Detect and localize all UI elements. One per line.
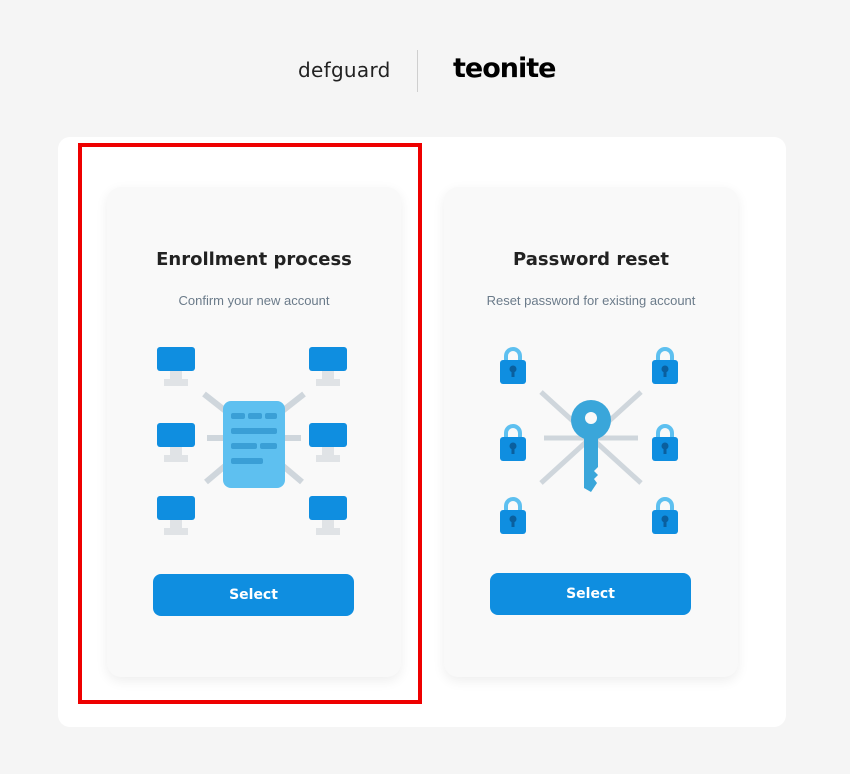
logo-divider [417,50,418,92]
card-title: Enrollment process [156,249,352,270]
key-locks-icon [491,342,691,542]
teonite-logo: teonite [453,53,556,84]
card-subtitle: Reset password for existing account [486,293,696,308]
enrollment-card[interactable]: Enrollment process Confirm your new acco… [107,187,401,677]
password-reset-card[interactable]: Password reset Reset password for existi… [444,187,738,677]
card-title: Password reset [513,249,669,270]
password-reset-select-button[interactable]: Select [490,573,691,615]
enrollment-page: defguard teonite Enrollment process Conf… [0,0,850,774]
enrollment-select-button[interactable]: Select [153,574,354,616]
defguard-logo: defguard [298,58,391,82]
server-network-icon [154,342,354,542]
logo-bar: defguard teonite [0,50,850,92]
card-subtitle: Confirm your new account [178,293,330,308]
